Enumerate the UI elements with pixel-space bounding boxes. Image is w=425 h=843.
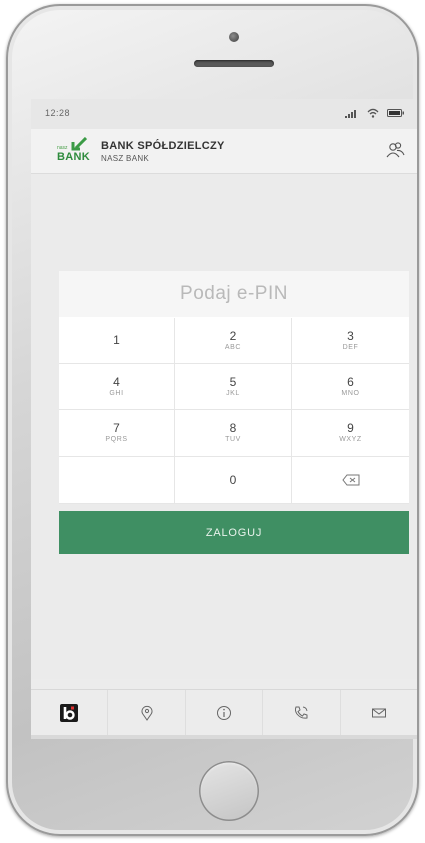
key-letters: MNO [341, 389, 360, 397]
nav-item-location[interactable] [108, 690, 186, 735]
key-digit: 4 [113, 374, 120, 389]
key-letters: DEF [342, 343, 359, 351]
nav-item-home[interactable] [31, 690, 109, 735]
pin-keypad: 1 2 ABC 3 DEF 4 GHI 5 JKL 6 MNO 7 PQRS 8… [59, 318, 409, 504]
nav-item-info[interactable] [186, 690, 264, 735]
key-letters: JKL [226, 389, 240, 397]
location-icon [141, 705, 153, 721]
key-digit: 5 [229, 374, 237, 389]
key-digit: 0 [229, 472, 237, 487]
key-8[interactable]: 8 TUV [175, 410, 292, 457]
key-0[interactable]: 0 [175, 457, 292, 504]
key-digit: 6 [347, 374, 354, 389]
logo-bank-text: BANK [57, 151, 90, 163]
pin-input-prompt[interactable]: Podaj e-PIN [59, 271, 409, 317]
wifi-icon [367, 108, 379, 118]
battery-icon [387, 109, 404, 117]
key-7[interactable]: 7 PQRS [59, 410, 175, 457]
brand-logo-icon [60, 703, 79, 722]
status-bar: 12:28 [31, 99, 417, 129]
backspace-icon [341, 474, 359, 486]
backspace-key[interactable] [292, 457, 409, 504]
users-icon[interactable] [385, 141, 405, 159]
earpiece-speaker [194, 60, 274, 67]
key-5[interactable]: 5 JKL [175, 364, 292, 410]
logo-arrow-icon [71, 137, 87, 151]
key-6[interactable]: 6 MNO [292, 364, 409, 410]
key-digit: 8 [229, 421, 237, 435]
key-digit: 7 [113, 421, 120, 435]
phone-frame: 12:28 nasz BANK BANK SPÓŁDZIELCZY NASZ B… [6, 4, 419, 836]
screen-bottom-edge [31, 735, 417, 739]
status-time: 12:28 [45, 108, 71, 118]
key-letters: GHI [109, 389, 124, 397]
bank-logo: nasz BANK [57, 137, 97, 167]
bank-name: BANK SPÓŁDZIELCZY [101, 140, 225, 152]
pin-panel: Podaj e-PIN 1 2 ABC 3 DEF 4 GHI 5 JKL 6 … [59, 271, 409, 504]
bank-subtitle: NASZ BANK [101, 154, 150, 163]
front-camera [229, 32, 239, 42]
key-empty [59, 457, 175, 504]
nav-item-mail[interactable] [341, 690, 417, 735]
key-digit: 1 [113, 333, 120, 347]
key-digit: 3 [347, 328, 354, 343]
nav-item-phone[interactable] [263, 690, 341, 735]
status-icons [335, 108, 405, 118]
login-button[interactable]: ZALOGUJ [59, 511, 409, 554]
key-letters: TUV [225, 436, 241, 443]
key-4[interactable]: 4 GHI [59, 364, 175, 410]
key-2[interactable]: 2 ABC [175, 318, 292, 364]
phone-screen: 12:28 nasz BANK BANK SPÓŁDZIELCZY NASZ B… [31, 99, 417, 739]
key-1[interactable]: 1 [59, 318, 175, 364]
phone-icon [295, 706, 308, 719]
home-button[interactable] [199, 761, 259, 821]
key-3[interactable]: 3 DEF [292, 318, 409, 364]
signal-icon [345, 110, 356, 118]
key-letters: PQRS [105, 436, 128, 443]
key-letters: WXYZ [339, 436, 362, 443]
app-header: nasz BANK BANK SPÓŁDZIELCZY NASZ BANK [31, 129, 417, 174]
mail-icon [371, 708, 386, 717]
bottom-nav [31, 689, 417, 735]
key-9[interactable]: 9 WXYZ [292, 410, 409, 457]
key-digit: 9 [347, 421, 354, 435]
key-digit: 2 [229, 328, 237, 343]
info-icon [217, 705, 232, 720]
key-letters: ABC [224, 343, 242, 351]
